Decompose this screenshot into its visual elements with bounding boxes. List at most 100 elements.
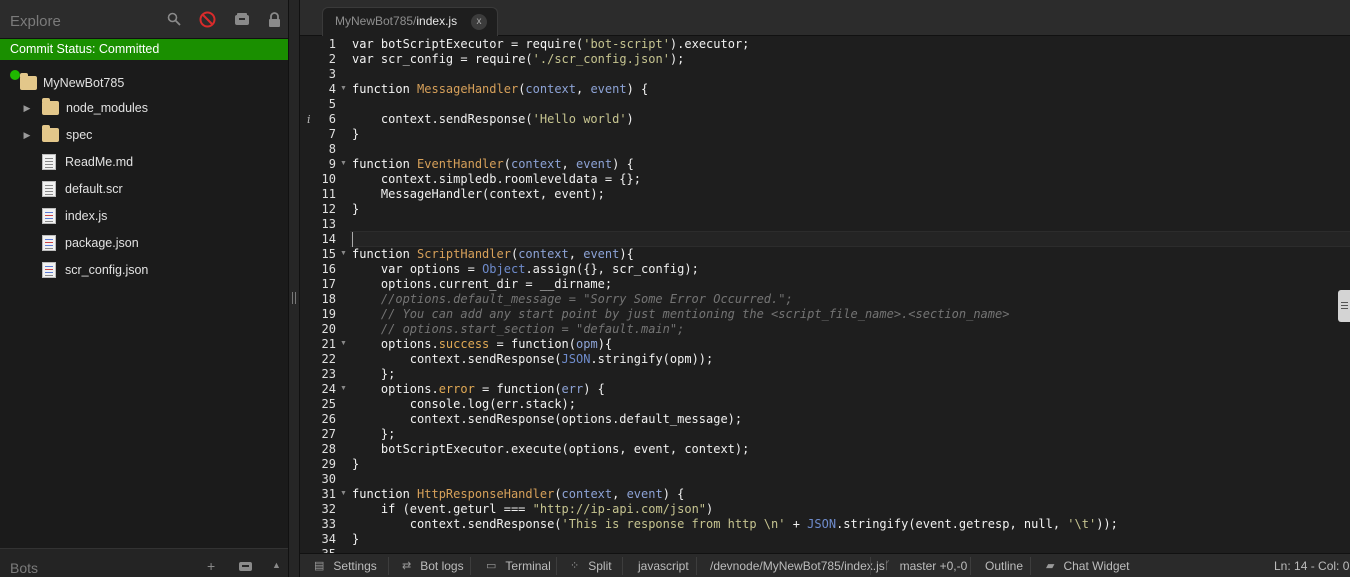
line-number: 13 xyxy=(321,217,336,231)
block-icon[interactable] xyxy=(198,10,216,28)
line-number: 3 xyxy=(328,67,336,81)
code-line: } xyxy=(352,127,360,141)
line-number: 2 xyxy=(328,52,336,66)
chat-widget-button[interactable]: ▰ Chat Widget xyxy=(1046,554,1130,577)
code-file-icon xyxy=(42,262,56,278)
line-number: 34 xyxy=(321,532,336,546)
commit-status-bar: Commit Status: Committed xyxy=(0,39,288,60)
tree-item[interactable]: MyNewBot785 xyxy=(20,72,124,94)
code-line: botScriptExecutor.execute(options, event… xyxy=(352,442,750,456)
tab-file-name: index.js xyxy=(416,14,458,28)
tree-item[interactable]: ▶ spec xyxy=(22,124,92,146)
code-line: MessageHandler(context, event); xyxy=(352,187,605,201)
divider xyxy=(470,557,471,575)
code-line: options.error = function(err) { xyxy=(352,382,605,396)
code-line: var botScriptExecutor = require('bot-scr… xyxy=(352,37,750,51)
line-number: 27 xyxy=(321,427,336,441)
file-icon xyxy=(42,181,56,197)
tree-item-label: package.json xyxy=(65,236,139,250)
fold-arrow-icon[interactable]: ▼ xyxy=(340,250,347,257)
bot-logs-button[interactable]: ⇄ Bot logs xyxy=(402,554,464,577)
language-label: javascript xyxy=(638,559,689,573)
line-number: 4 xyxy=(328,82,336,96)
tree-item[interactable]: package.json xyxy=(22,232,139,254)
code-line: context.sendResponse('This is response f… xyxy=(352,517,1118,531)
cursor-position-label: Ln: 14 - Col: 0 xyxy=(1274,559,1350,573)
code-line: context.simpledb.roomleveldata = {}; xyxy=(352,172,641,186)
git-branch-button[interactable]: ᚴ master +0,-0 xyxy=(884,554,967,577)
split-label: Split xyxy=(588,559,612,573)
code-line: var scr_config = require('./scr_config.j… xyxy=(352,52,685,66)
collapse-up-icon[interactable]: ▲ xyxy=(272,560,281,570)
divider xyxy=(970,557,971,575)
settings-button[interactable]: ▤ Settings xyxy=(314,554,377,577)
git-branch-label: master +0,-0 xyxy=(899,559,968,573)
code-line: } xyxy=(352,532,360,546)
tree-item-label: MyNewBot785 xyxy=(43,76,125,90)
info-marker-icon[interactable]: i xyxy=(307,113,311,126)
fold-arrow-icon[interactable]: ▼ xyxy=(340,340,347,347)
lock-icon[interactable] xyxy=(265,10,283,28)
divider xyxy=(696,557,697,575)
panel-splitter[interactable] xyxy=(288,0,300,577)
archive-icon[interactable] xyxy=(238,559,253,575)
fold-arrow-icon[interactable]: ▼ xyxy=(340,490,347,497)
tree-item[interactable]: index.js xyxy=(22,205,107,227)
bot-logs-label: Bot logs xyxy=(420,559,464,573)
split-button[interactable]: ⁘ Split xyxy=(570,554,612,577)
tab-close-button[interactable]: x xyxy=(471,14,487,30)
splitter-grip-icon[interactable] xyxy=(292,292,296,304)
code-line: var options = Object.assign({}, scr_conf… xyxy=(380,262,699,276)
line-number: 14 xyxy=(321,232,336,246)
tree-item-label: spec xyxy=(66,128,93,142)
fold-arrow-icon[interactable]: ▼ xyxy=(340,385,347,392)
terminal-button[interactable]: ▭ Terminal xyxy=(486,554,551,577)
file-path-label: /devnode/MyNewBot785/index.js xyxy=(710,559,885,573)
language-selector[interactable]: javascript xyxy=(638,554,689,577)
code-editor[interactable]: 1 2 3 4 ▼ 5 6 i 7 8 9 ▼ 10 11 12 13 14 15 ▼ 16 17 18 19 20 21 ▼ 22… xyxy=(300,36,1350,553)
expand-arrow-icon[interactable]: ▶ xyxy=(22,103,32,113)
tree-item[interactable]: ▶ node_modules xyxy=(22,97,148,119)
code-line: // options.start_section = "default.main… xyxy=(352,322,685,336)
line-number: 9 xyxy=(328,157,336,171)
search-icon[interactable] xyxy=(165,10,183,28)
code-file-icon xyxy=(42,208,56,224)
tree-item-label: ReadMe.md xyxy=(65,155,134,169)
code-line: } xyxy=(352,202,360,216)
divider xyxy=(870,557,871,575)
bots-panel-header: Bots + ▲ xyxy=(0,548,288,577)
folder-icon xyxy=(42,98,59,115)
line-number-gutter: 1 2 3 4 ▼ 5 6 i 7 8 9 ▼ 10 11 12 13 14 15 ▼ 16 17 18 19 20 21 ▼ 22… xyxy=(300,36,350,553)
line-number: 17 xyxy=(321,277,336,291)
line-number: 16 xyxy=(321,262,336,276)
fold-arrow-icon[interactable]: ▼ xyxy=(340,85,347,92)
code-line: options.current_dir = __dirname; xyxy=(352,277,613,291)
code-line: function ScriptHandler(context, event){ xyxy=(352,247,634,261)
status-bar: ▤ Settings ⇄ Bot logs ▭ Terminal ⁘ Split jav… xyxy=(300,553,1350,577)
fold-arrow-icon[interactable]: ▼ xyxy=(340,160,347,167)
tab-index-js[interactable]: MyNewBot785/index.js x xyxy=(322,7,498,36)
line-number: 10 xyxy=(321,172,336,186)
add-icon[interactable]: + xyxy=(207,558,215,574)
folder-icon xyxy=(42,125,59,142)
chat-widget-label: Chat Widget xyxy=(1063,559,1130,573)
file-icon xyxy=(42,154,56,170)
code-line: function MessageHandler(context, event) … xyxy=(352,82,649,96)
code-file-icon xyxy=(42,235,56,251)
explorer-header: Explore xyxy=(0,0,288,39)
line-number: 31 xyxy=(321,487,336,501)
tree-item-label: scr_config.json xyxy=(65,263,149,277)
scroll-handle[interactable] xyxy=(1338,290,1350,322)
tree-item[interactable]: default.scr xyxy=(22,178,123,200)
expand-arrow-icon[interactable]: ▶ xyxy=(22,130,32,140)
file-explorer-sidebar: Explore Commit Status: Committed MyNewBo… xyxy=(0,0,288,577)
editor-tab-bar: MyNewBot785/index.js x xyxy=(300,0,1350,36)
line-number: 8 xyxy=(328,142,336,156)
line-number: 18 xyxy=(321,292,336,306)
outline-button[interactable]: Outline xyxy=(985,554,1023,577)
tree-item[interactable]: scr_config.json xyxy=(22,259,148,281)
archive-icon[interactable] xyxy=(233,10,251,28)
tree-item[interactable]: ReadMe.md xyxy=(22,151,133,173)
